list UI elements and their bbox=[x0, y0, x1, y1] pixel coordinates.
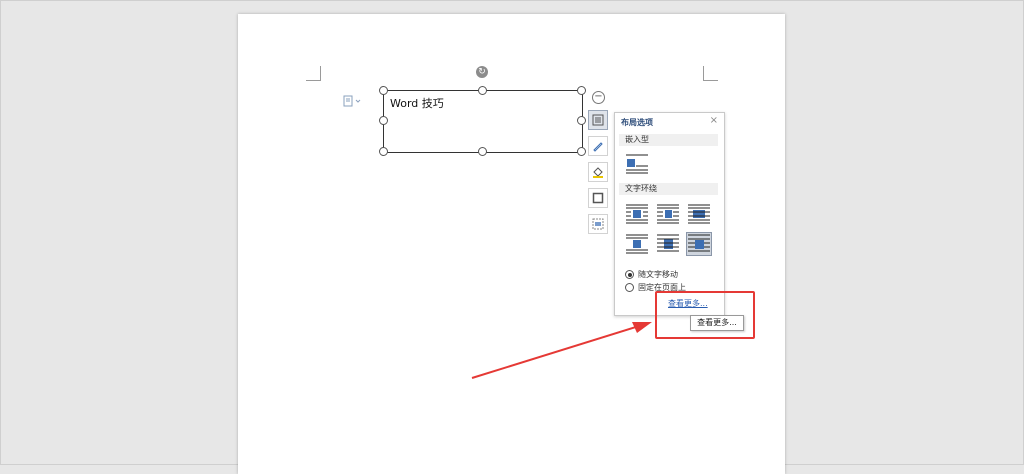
annotation-arrow bbox=[471, 322, 652, 379]
